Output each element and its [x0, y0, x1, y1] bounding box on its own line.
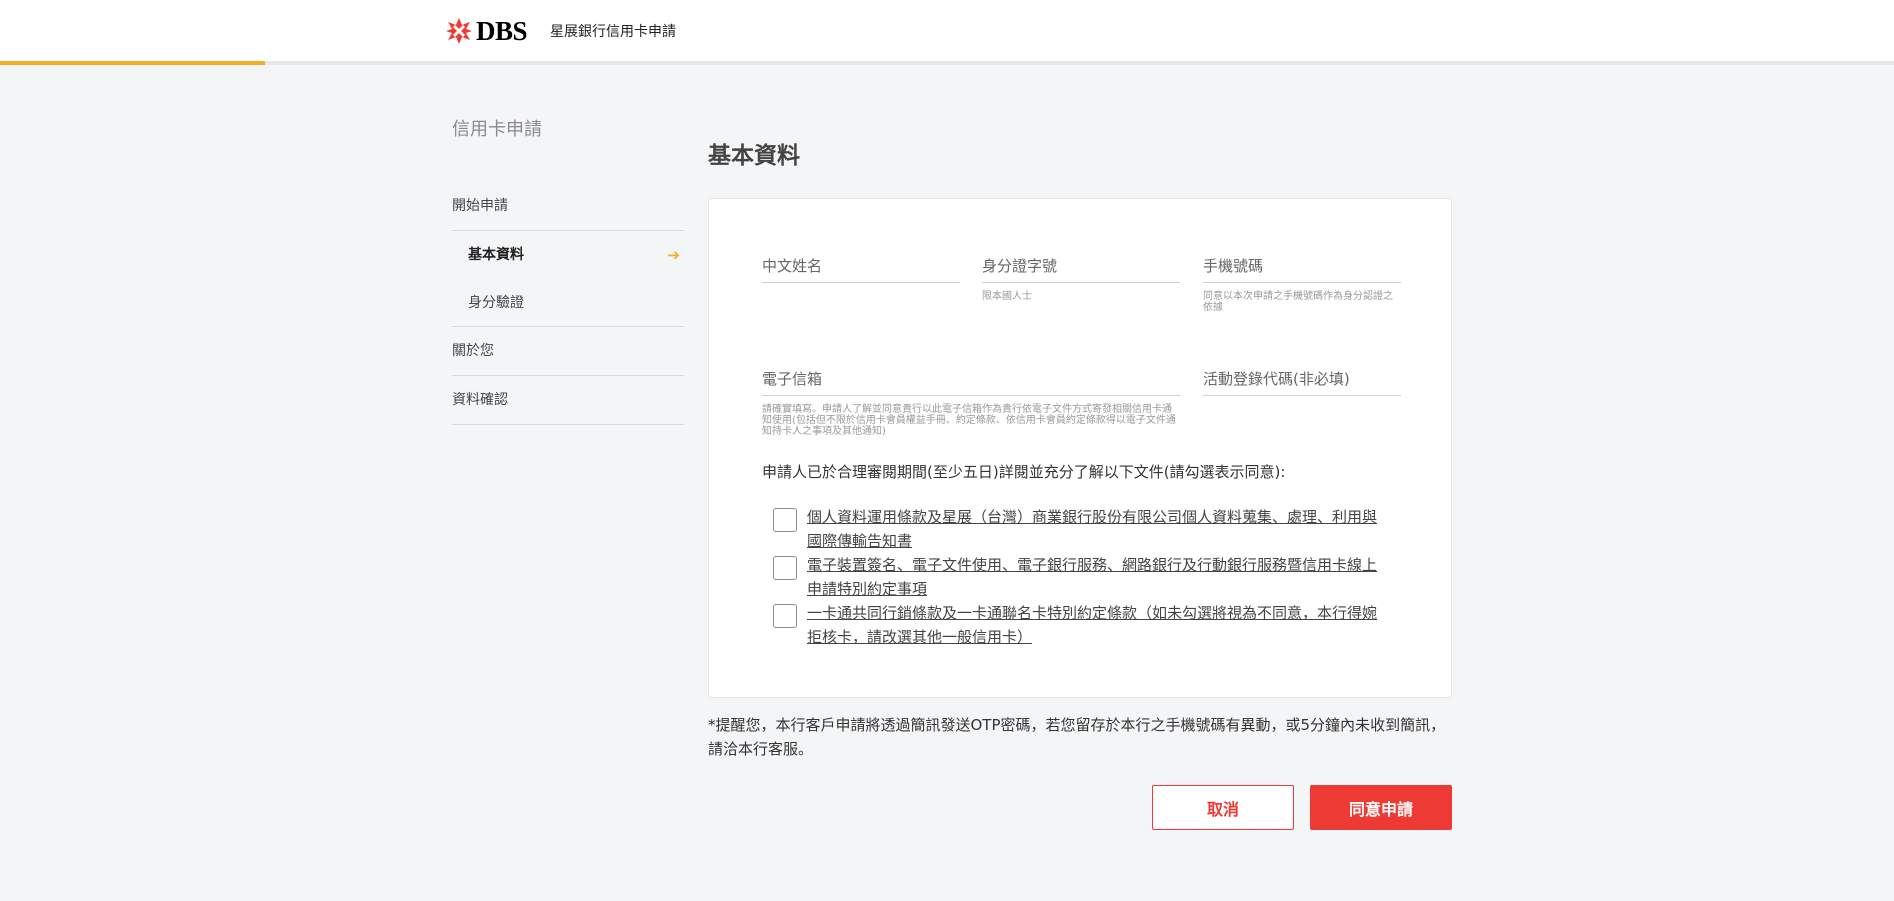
otp-notice: *提醒您，本行客戶申請將透過簡訊發送OTP密碼，若您留存於本行之手機號碼有異動，… — [708, 716, 1446, 758]
mobile-input[interactable]: 手機號碼 — [1203, 249, 1401, 283]
dbs-logo[interactable]: DBS — [446, 15, 528, 46]
consent-checkbox[interactable] — [773, 604, 797, 628]
header-title: 星展銀行信用卡申請 — [550, 24, 676, 40]
sidebar-item-about-you[interactable]: 關於您 — [452, 327, 684, 376]
sidebar-heading: 信用卡申請 — [452, 119, 542, 140]
sidebar-item-label: 基本資料 — [468, 247, 524, 263]
consent-item: 一卡通共同行銷條款及一卡通聯名卡特別約定條款（如未勾選將視為不同意，本行得婉拒核… — [773, 601, 1385, 649]
id-number-hint: 限本國人士 — [982, 291, 1032, 302]
consent-checkbox[interactable] — [773, 508, 797, 532]
consent-checkbox[interactable] — [773, 556, 797, 580]
arrow-right-icon: ➔ — [667, 246, 680, 264]
progress-bar — [0, 61, 1894, 65]
chinese-name-field[interactable]: 中文姓名 — [762, 249, 960, 283]
sidebar-item-label: 關於您 — [452, 343, 494, 359]
basic-info-form: 中文姓名 身分證字號 限本國人士 手機號碼 同意以本次申請之手機號碼作為身分認證… — [708, 198, 1452, 698]
email-field[interactable]: 電子信箱 請確實填寫。申請人了解並同意貴行以此電子信箱作為貴行依電子文件方式寄發… — [762, 362, 1180, 437]
agree-submit-button[interactable]: 同意申請 — [1310, 785, 1452, 830]
chinese-name-input[interactable]: 中文姓名 — [762, 249, 960, 283]
top-header: DBS 星展銀行信用卡申請 — [0, 0, 1894, 65]
sidebar-item-identity[interactable]: 身分驗證 — [452, 279, 684, 327]
sidebar-item-basic-info[interactable]: 基本資料 ➔ — [452, 231, 684, 279]
id-number-field[interactable]: 身分證字號 限本國人士 — [982, 249, 1180, 302]
page-title: 基本資料 — [708, 143, 800, 169]
consent-link[interactable]: 個人資料運用條款及星展（台灣）商業銀行股份有限公司個人資料蒐集、處理、利用與國際… — [807, 505, 1385, 553]
email-input[interactable]: 電子信箱 — [762, 362, 1180, 396]
mobile-hint: 同意以本次申請之手機號碼作為身分認證之依據 — [1203, 291, 1393, 313]
email-hint: 請確實填寫。申請人了解並同意貴行以此電子信箱作為貴行依電子文件方式寄發相關信用卡… — [762, 404, 1176, 437]
consent-link[interactable]: 電子裝置簽名、電子文件使用、電子銀行服務、網路銀行及行動銀行服務暨信用卡線上申請… — [807, 553, 1385, 601]
progress-bar-fill — [0, 61, 266, 65]
promo-code-field[interactable]: 活動登錄代碼(非必填) — [1203, 362, 1401, 396]
consent-link[interactable]: 一卡通共同行銷條款及一卡通聯名卡特別約定條款（如未勾選將視為不同意，本行得婉拒核… — [807, 601, 1385, 649]
sidebar-item-label: 資料確認 — [452, 392, 508, 408]
promo-code-input[interactable]: 活動登錄代碼(非必填) — [1203, 362, 1401, 396]
sidebar-item-label: 開始申請 — [452, 198, 508, 214]
consent-title: 申請人已於合理審閱期間(至少五日)詳閱並充分了解以下文件(請勾選表示同意): — [762, 463, 1286, 481]
consent-item: 個人資料運用條款及星展（台灣）商業銀行股份有限公司個人資料蒐集、處理、利用與國際… — [773, 505, 1385, 553]
id-number-input[interactable]: 身分證字號 — [982, 249, 1180, 283]
sidebar-nav: 信用卡申請 開始申請 基本資料 ➔ 身分驗證 關於您 資料確認 — [452, 116, 684, 425]
consent-item: 電子裝置簽名、電子文件使用、電子銀行服務、網路銀行及行動銀行服務暨信用卡線上申請… — [773, 553, 1385, 601]
cancel-button[interactable]: 取消 — [1152, 785, 1294, 830]
logo-text: DBS — [476, 15, 528, 46]
mobile-field[interactable]: 手機號碼 同意以本次申請之手機號碼作為身分認證之依據 — [1203, 249, 1401, 313]
sidebar-item-start[interactable]: 開始申請 — [452, 182, 684, 231]
dbs-logo-icon — [446, 18, 472, 44]
sidebar-item-label: 身分驗證 — [468, 295, 524, 311]
sidebar-item-confirm[interactable]: 資料確認 — [452, 376, 684, 425]
